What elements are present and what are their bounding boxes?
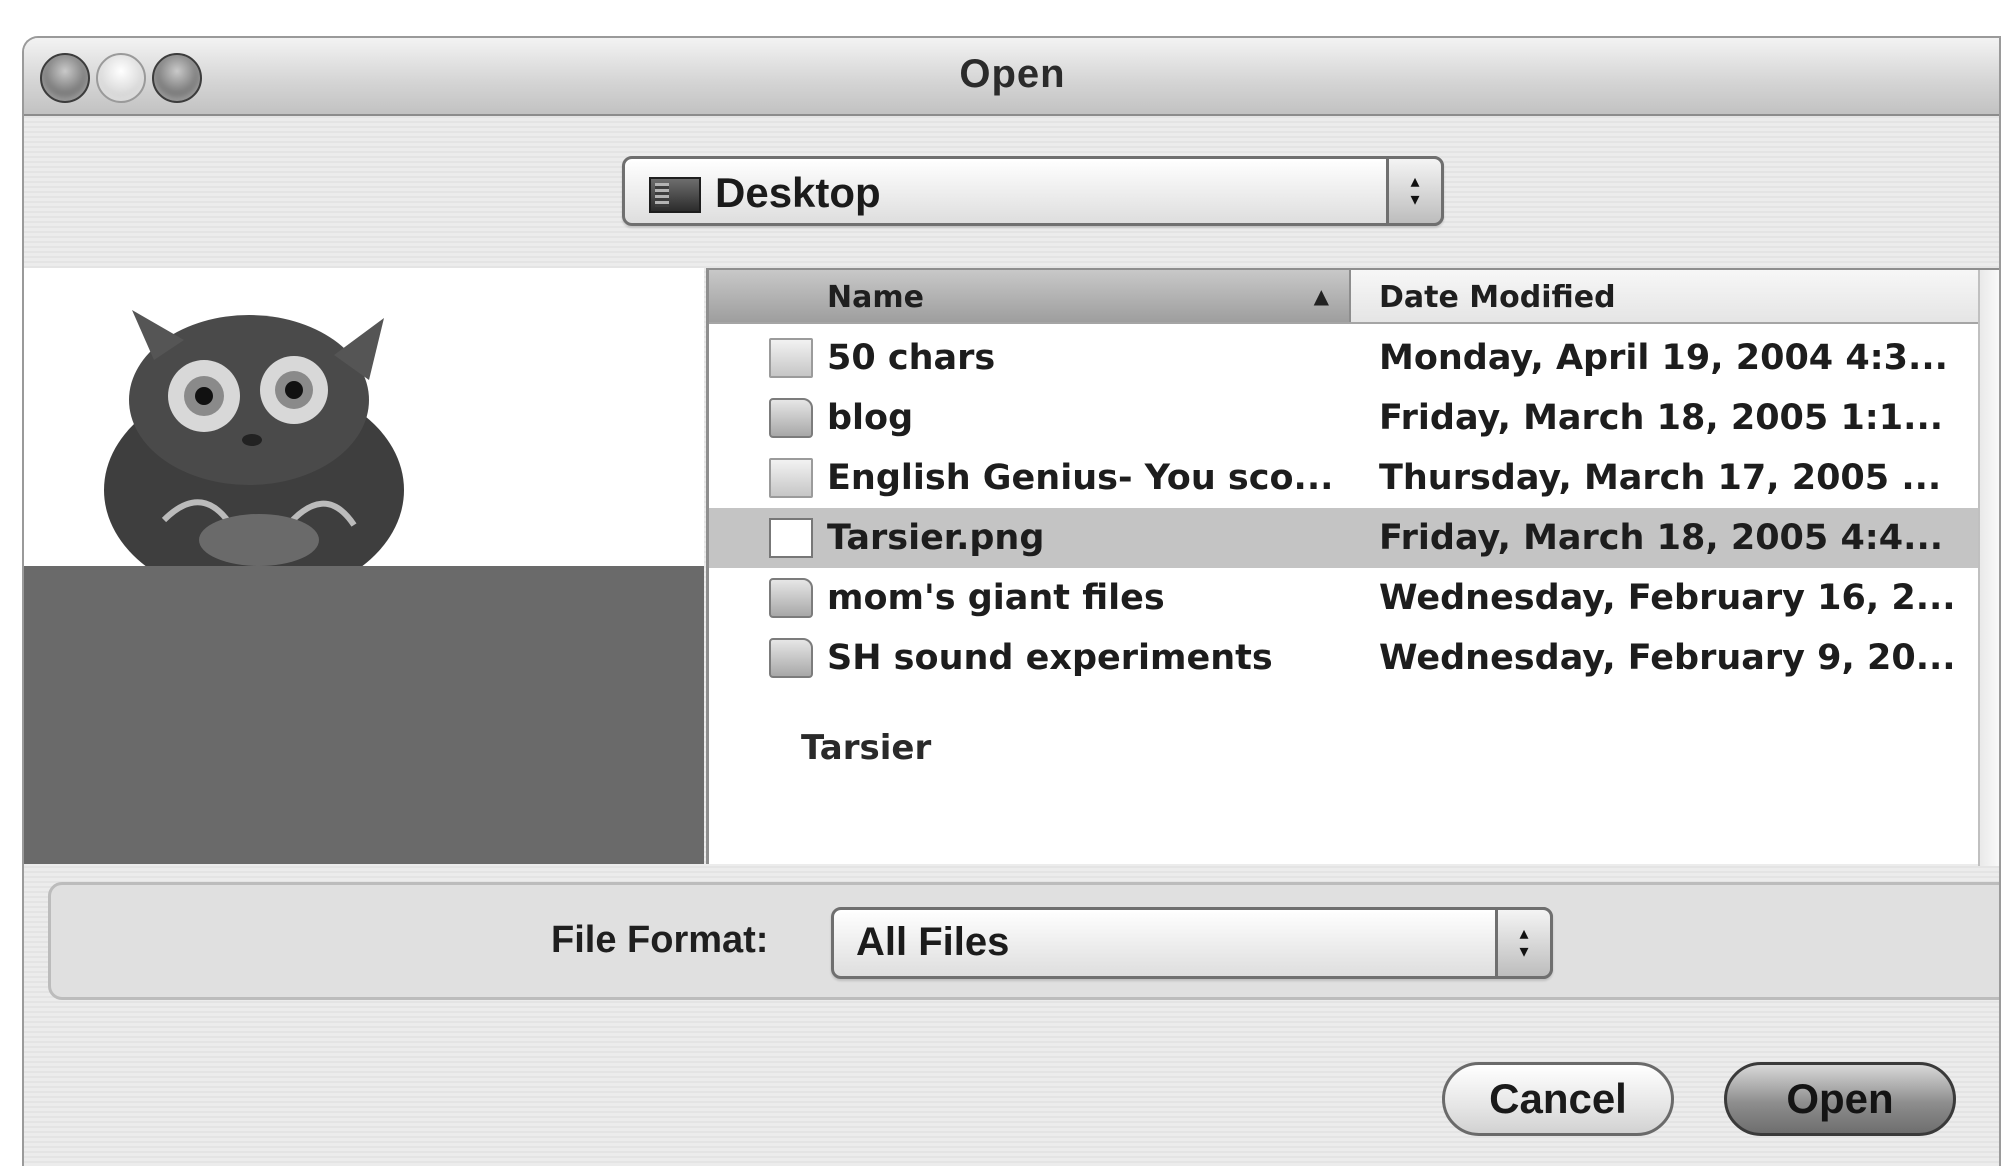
preview-file-name: Tarsier [801,728,932,768]
png-file-icon [769,518,813,558]
column-date-label: Date Modified [1379,280,1616,315]
cancel-button[interactable]: Cancel [1442,1062,1674,1136]
open-dialog-window: Open Desktop ▴ ▾ Name ▲ Date Modified 50… [22,36,2001,1166]
file-row[interactable]: SH sound experiments Wednesday, February… [709,628,1981,688]
document-icon [769,458,813,498]
title-bar[interactable]: Open [24,38,2001,116]
preview-background [24,566,704,864]
tarsier-image [104,310,404,566]
location-popup[interactable]: Desktop ▴ ▾ [622,156,1444,226]
sort-ascending-icon: ▲ [1313,284,1329,308]
file-name: Tarsier.png [827,518,1045,558]
folder-icon [769,638,813,678]
folder-icon [769,578,813,618]
file-row-selected[interactable]: Tarsier.png Friday, March 18, 2005 4:4..… [709,508,1981,568]
file-date: Wednesday, February 16, 2... [1379,578,1956,618]
column-name-label: Name [827,280,924,315]
popup-arrows-icon: ▴ ▾ [1386,156,1444,226]
file-row[interactable]: blog Friday, March 18, 2005 1:1... [709,388,1981,448]
desktop-icon [649,177,701,213]
preview-image-area [24,268,704,566]
file-date: Thursday, March 17, 2005 ... [1379,458,1942,498]
file-format-label: File Format: [551,919,769,961]
file-row[interactable]: mom's giant files Wednesday, February 16… [709,568,1981,628]
open-button[interactable]: Open [1724,1062,1956,1136]
file-name: 50 chars [827,338,996,378]
list-header: Name ▲ Date Modified [709,270,1981,324]
file-row[interactable]: 50 chars Monday, April 19, 2004 4:3... [709,328,1981,388]
file-name: English Genius- You sco... [827,458,1334,498]
file-name: mom's giant files [827,578,1165,618]
file-name: SH sound experiments [827,638,1273,678]
window-title: Open [959,52,1066,96]
file-format-panel: File Format: All Files ▴ ▾ [48,882,2001,1000]
vertical-scrollbar[interactable] [1978,270,2001,866]
file-date: Friday, March 18, 2005 1:1... [1379,398,1944,438]
file-date: Wednesday, February 9, 20... [1379,638,1956,678]
popup-arrows-icon: ▴ ▾ [1495,907,1553,979]
file-date: Friday, March 18, 2005 4:4... [1379,518,1944,558]
document-icon [769,338,813,378]
folder-icon [769,398,813,438]
column-header-name[interactable]: Name ▲ [709,270,1351,322]
file-browser-list[interactable]: Name ▲ Date Modified 50 chars Monday, Ap… [706,268,2001,866]
file-row[interactable]: English Genius- You sco... Thursday, Mar… [709,448,1981,508]
location-popup-label: Desktop [715,169,881,216]
file-name: blog [827,398,914,438]
file-format-value: All Files [856,920,1010,964]
file-format-popup[interactable]: All Files ▴ ▾ [831,907,1553,979]
file-date: Monday, April 19, 2004 4:3... [1379,338,1948,378]
